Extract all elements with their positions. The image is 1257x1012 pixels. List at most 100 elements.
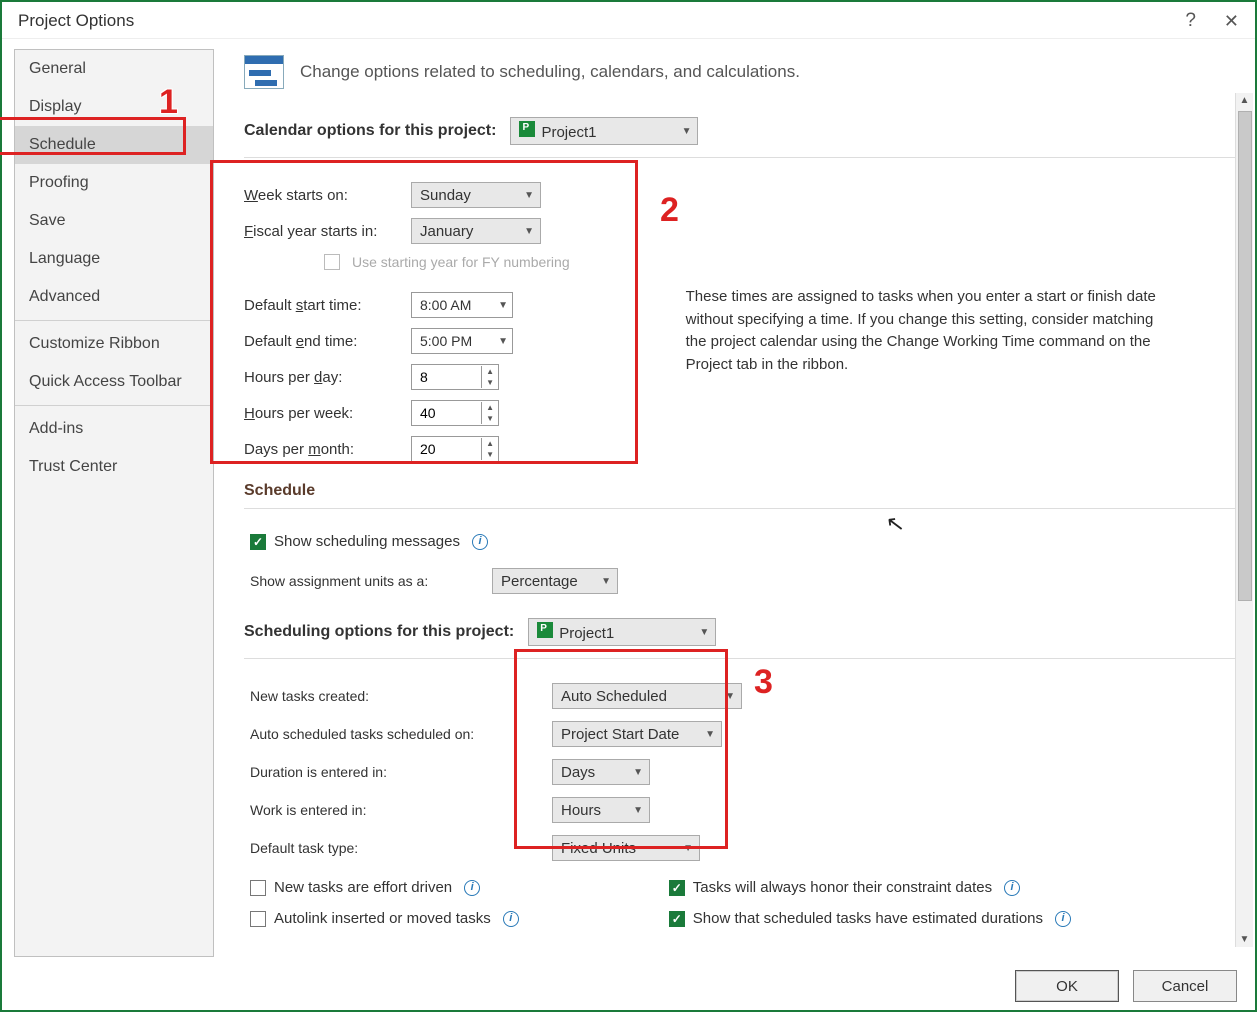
spin-down-icon[interactable]: ▼ bbox=[482, 377, 498, 388]
sidebar-item-customize-ribbon[interactable]: Customize Ribbon bbox=[15, 325, 213, 363]
effort-driven-label: New tasks are effort driven bbox=[274, 879, 452, 896]
calendar-note: These times are assigned to tasks when y… bbox=[686, 286, 1166, 376]
sidebar-item-general[interactable]: General bbox=[15, 50, 213, 88]
chevron-down-icon bbox=[633, 767, 643, 778]
project-icon bbox=[537, 622, 553, 638]
close-icon[interactable] bbox=[1224, 11, 1239, 32]
honor-constraints-label: Tasks will always honor their constraint… bbox=[693, 879, 992, 896]
hours-day-input[interactable] bbox=[412, 369, 472, 385]
new-tasks-label: New tasks created: bbox=[250, 688, 540, 704]
fy-numbering-checkbox bbox=[324, 254, 340, 270]
divider bbox=[244, 508, 1235, 509]
scroll-thumb[interactable] bbox=[1238, 111, 1252, 601]
sidebar-item-display[interactable]: Display bbox=[15, 88, 213, 126]
default-start-label: Default start time: bbox=[244, 297, 399, 314]
chevron-down-icon bbox=[498, 300, 508, 311]
sched-options-label: Scheduling options for this project: bbox=[244, 623, 514, 641]
spin-down-icon[interactable]: ▼ bbox=[482, 413, 498, 424]
days-month-input[interactable] bbox=[412, 441, 472, 457]
chevron-down-icon bbox=[682, 126, 692, 137]
calendar-project-dropdown[interactable]: Project1 bbox=[510, 117, 698, 145]
estimated-durations-checkbox[interactable] bbox=[669, 911, 685, 927]
fy-numbering-label: Use starting year for FY numbering bbox=[352, 254, 570, 270]
hours-week-label: Hours per week: bbox=[244, 405, 399, 422]
spin-up-icon[interactable]: ▲ bbox=[482, 402, 498, 413]
duration-label: Duration is entered in: bbox=[250, 764, 540, 780]
default-end-label: Default end time: bbox=[244, 333, 399, 350]
vertical-scrollbar[interactable]: ▲ ▼ bbox=[1235, 93, 1253, 947]
sidebar-item-save[interactable]: Save bbox=[15, 202, 213, 240]
info-icon[interactable] bbox=[1055, 911, 1071, 927]
divider bbox=[15, 405, 213, 406]
chevron-down-icon bbox=[699, 627, 709, 638]
gantt-icon bbox=[244, 55, 284, 89]
work-label: Work is entered in: bbox=[250, 802, 540, 818]
assignment-units-label: Show assignment units as a: bbox=[250, 573, 480, 589]
chevron-down-icon bbox=[683, 843, 693, 854]
task-type-label: Default task type: bbox=[250, 840, 540, 856]
schedule-section-title: Schedule bbox=[244, 482, 1235, 500]
chevron-down-icon bbox=[633, 805, 643, 816]
sidebar-item-advanced[interactable]: Advanced bbox=[15, 278, 213, 316]
duration-dropdown[interactable]: Days bbox=[552, 759, 650, 785]
chevron-down-icon bbox=[705, 729, 715, 740]
scroll-down-icon[interactable]: ▼ bbox=[1236, 932, 1253, 947]
show-scheduling-messages-checkbox[interactable] bbox=[250, 534, 266, 550]
divider bbox=[244, 658, 1235, 659]
new-tasks-dropdown[interactable]: Auto Scheduled bbox=[552, 683, 742, 709]
fiscal-year-label: Fiscal year starts in: bbox=[244, 223, 399, 240]
sidebar: General Display Schedule Proofing Save L… bbox=[14, 49, 214, 957]
sidebar-item-proofing[interactable]: Proofing bbox=[15, 164, 213, 202]
spin-down-icon[interactable]: ▼ bbox=[482, 449, 498, 460]
ok-button[interactable]: OK bbox=[1015, 970, 1119, 1002]
window-title: Project Options bbox=[18, 11, 1185, 31]
sidebar-item-schedule[interactable]: Schedule bbox=[15, 126, 213, 164]
autolink-label: Autolink inserted or moved tasks bbox=[274, 910, 491, 927]
fiscal-year-dropdown[interactable]: January bbox=[411, 218, 541, 244]
project-icon bbox=[519, 121, 535, 137]
task-type-dropdown[interactable]: Fixed Units bbox=[552, 835, 700, 861]
spin-up-icon[interactable]: ▲ bbox=[482, 438, 498, 449]
days-month-label: Days per month: bbox=[244, 441, 399, 458]
cancel-button[interactable]: Cancel bbox=[1133, 970, 1237, 1002]
divider bbox=[15, 320, 213, 321]
spin-up-icon[interactable]: ▲ bbox=[482, 366, 498, 377]
sidebar-item-quick-access[interactable]: Quick Access Toolbar bbox=[15, 363, 213, 401]
effort-driven-checkbox[interactable] bbox=[250, 880, 266, 896]
info-icon[interactable] bbox=[503, 911, 519, 927]
hours-week-input[interactable] bbox=[412, 405, 472, 421]
work-dropdown[interactable]: Hours bbox=[552, 797, 650, 823]
annotation-number-1: 1 bbox=[159, 83, 178, 122]
info-icon[interactable] bbox=[472, 534, 488, 550]
default-start-dropdown[interactable]: 8:00 AM bbox=[411, 292, 513, 318]
sidebar-item-trust-center[interactable]: Trust Center bbox=[15, 448, 213, 486]
chevron-down-icon bbox=[601, 576, 611, 587]
sidebar-item-addins[interactable]: Add-ins bbox=[15, 410, 213, 448]
annotation-number-3: 3 bbox=[754, 663, 773, 702]
chevron-down-icon bbox=[498, 336, 508, 347]
content-pane: Change options related to scheduling, ca… bbox=[214, 39, 1255, 957]
cursor-icon: ↖ bbox=[884, 510, 906, 538]
help-icon[interactable] bbox=[1185, 10, 1196, 32]
chevron-down-icon bbox=[725, 691, 735, 702]
titlebar: Project Options bbox=[2, 2, 1255, 39]
honor-constraints-checkbox[interactable] bbox=[669, 880, 685, 896]
info-icon[interactable] bbox=[464, 880, 480, 896]
hours-week-spinner[interactable]: ▲▼ bbox=[411, 400, 499, 426]
week-starts-dropdown[interactable]: Sunday bbox=[411, 182, 541, 208]
info-icon[interactable] bbox=[1004, 880, 1020, 896]
scroll-up-icon[interactable]: ▲ bbox=[1236, 93, 1253, 108]
hours-day-spinner[interactable]: ▲▼ bbox=[411, 364, 499, 390]
autolink-checkbox[interactable] bbox=[250, 911, 266, 927]
sidebar-item-language[interactable]: Language bbox=[15, 240, 213, 278]
annotation-number-2: 2 bbox=[660, 191, 679, 230]
auto-scheduled-on-label: Auto scheduled tasks scheduled on: bbox=[250, 726, 540, 742]
auto-scheduled-on-dropdown[interactable]: Project Start Date bbox=[552, 721, 722, 747]
assignment-units-dropdown[interactable]: Percentage bbox=[492, 568, 618, 594]
default-end-dropdown[interactable]: 5:00 PM bbox=[411, 328, 513, 354]
calendar-section-label: Calendar options for this project: bbox=[244, 122, 496, 140]
week-starts-label: Week starts on: bbox=[244, 187, 399, 204]
days-month-spinner[interactable]: ▲▼ bbox=[411, 436, 499, 462]
divider bbox=[244, 157, 1235, 158]
sched-options-project-dropdown[interactable]: Project1 bbox=[528, 618, 716, 646]
